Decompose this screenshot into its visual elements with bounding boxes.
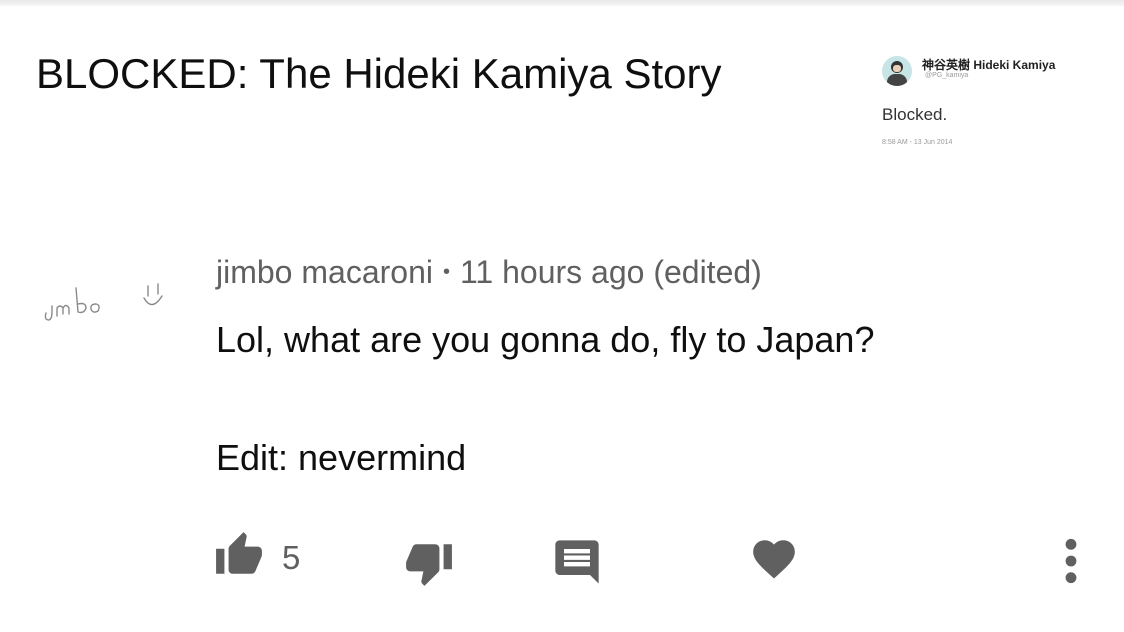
meta-separator: • — [442, 260, 450, 283]
tweet-avatar — [882, 56, 912, 86]
commenter-avatar[interactable] — [40, 268, 180, 332]
embedded-tweet-image: 神谷英樹 Hideki Kamiya @PG_kamiya Blocked. 8… — [872, 44, 1087, 162]
tweet-handle: @PG_kamiya — [925, 72, 969, 79]
thumbs-up-icon[interactable] — [214, 530, 264, 580]
comment-edit-note: Edit: nevermind — [216, 437, 467, 478]
like-count: 5 — [282, 539, 301, 576]
heart-icon[interactable] — [749, 534, 799, 584]
comment-text: Lol, what are you gonna do, fly to Japan… — [216, 319, 875, 360]
top-divider — [0, 0, 1124, 6]
thumbs-down-icon[interactable] — [404, 538, 454, 588]
tweet-text: Blocked. — [882, 105, 948, 124]
tweet-display-name: 神谷英樹 Hideki Kamiya — [922, 58, 1056, 72]
comment-author[interactable]: jimbo macaroni — [216, 254, 433, 290]
video-title: BLOCKED: The Hideki Kamiya Story — [36, 50, 722, 97]
more-vertical-icon[interactable] — [1056, 536, 1086, 586]
comment-icon[interactable] — [551, 536, 603, 588]
tweet-timestamp: 8:58 AM - 13 Jun 2014 — [882, 139, 953, 146]
comment-timestamp[interactable]: 11 hours ago (edited) — [460, 254, 762, 290]
comment-meta: jimbo macaroni • 11 hours ago (edited) — [216, 252, 762, 295]
